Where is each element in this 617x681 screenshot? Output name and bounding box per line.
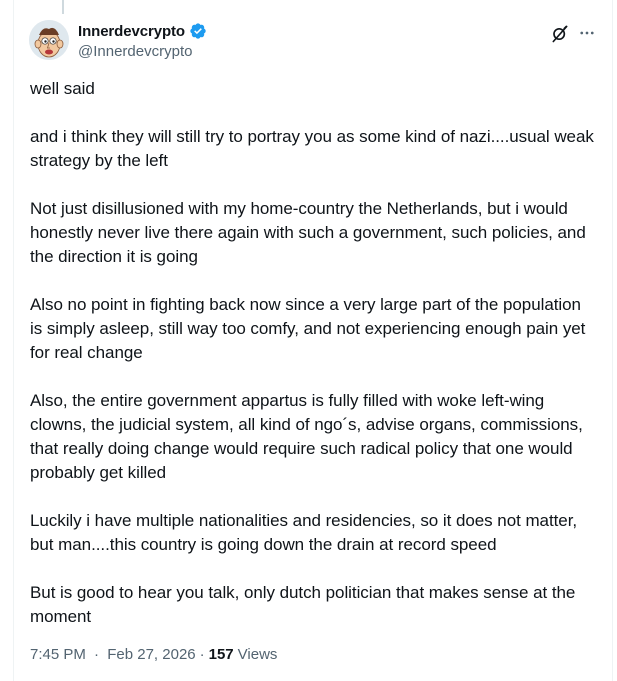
meta-separator: · xyxy=(94,646,100,663)
tweet-paragraph: Also no point in fighting back now since… xyxy=(30,295,591,362)
views-label: Views xyxy=(237,646,278,663)
meta-separator: · xyxy=(199,646,205,663)
avatar[interactable] xyxy=(29,20,69,60)
timestamp-link[interactable]: 7:45 PM · Feb 27, 2026 xyxy=(30,646,196,663)
tweet-paragraph: well said xyxy=(30,79,95,98)
avatar-cartoon-face-icon xyxy=(29,20,69,60)
tweet-paragraph: But is good to hear you talk, only dutch… xyxy=(30,583,580,626)
tweet-date: Feb 27, 2026 xyxy=(107,646,196,663)
tweet-paragraph: Also, the entire government appartus is … xyxy=(30,391,588,482)
tweet-meta: 7:45 PM · Feb 27, 2026 · 157 Views xyxy=(30,646,277,663)
author-name[interactable]: Innerdevcrypto xyxy=(78,23,185,40)
thread-connector-line xyxy=(62,0,64,14)
tweet-paragraph: Luckily i have multiple nationalities an… xyxy=(30,511,582,554)
tweet-time: 7:45 PM xyxy=(30,646,86,663)
verified-badge-icon[interactable] xyxy=(189,22,207,40)
views-count[interactable]: 157 xyxy=(209,646,234,663)
tweet-paragraph: and i think they will still try to portr… xyxy=(30,127,599,170)
grok-icon[interactable] xyxy=(550,24,570,44)
tweet-text: well said and i think they will still tr… xyxy=(30,77,595,653)
tweet-paragraph: Not just disillusioned with my home-coun… xyxy=(30,199,591,266)
author-name-row: Innerdevcrypto xyxy=(78,22,207,40)
author-handle[interactable]: @Innerdevcrypto xyxy=(78,43,192,60)
more-options-icon[interactable] xyxy=(578,24,596,42)
